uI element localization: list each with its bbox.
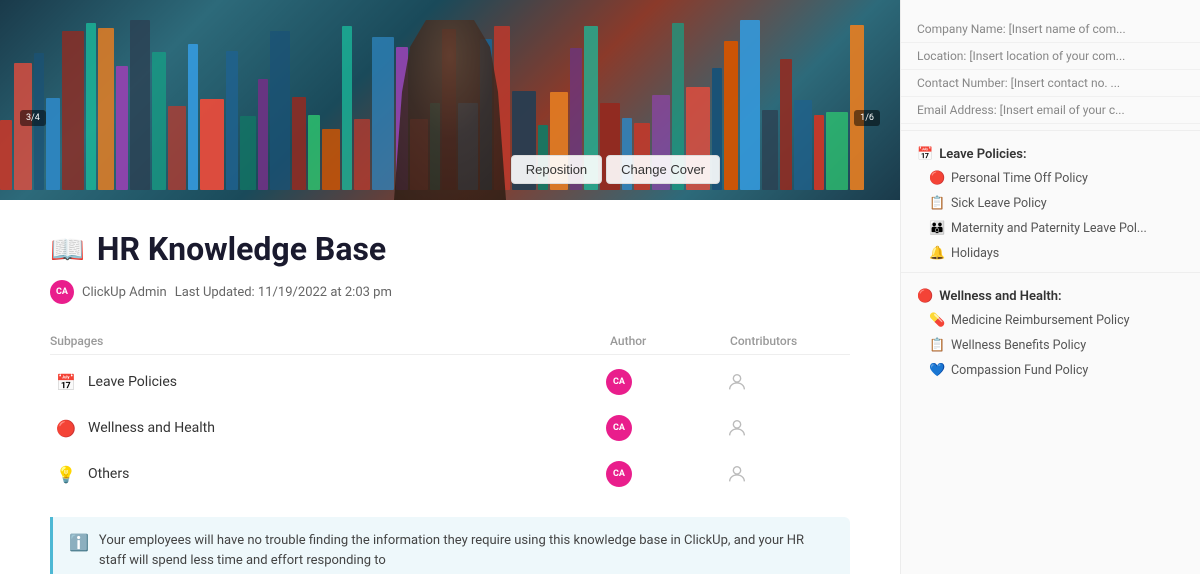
subpage-author: CA xyxy=(606,461,726,487)
subpage-author: CA xyxy=(606,415,726,441)
subpage-rows: 📅 Leave Policies CA 🔴 Wellness and Healt… xyxy=(50,359,850,497)
info-text: Your employees will have no trouble find… xyxy=(99,531,834,570)
subpage-name: Wellness and Health xyxy=(88,420,606,436)
reposition-button[interactable]: Reposition xyxy=(511,155,602,184)
author-avatar-ca: CA xyxy=(606,369,632,395)
table-row[interactable]: 🔴 Wellness and Health CA xyxy=(50,405,850,451)
sidebar-divider-2 xyxy=(901,272,1200,273)
table-row[interactable]: 💡 Others CA xyxy=(50,451,850,497)
author-row: CA ClickUp Admin Last Updated: 11/19/202… xyxy=(50,280,850,304)
wellness-label: Wellness and Health: xyxy=(939,289,1061,304)
subpage-author: CA xyxy=(606,369,726,395)
subpage-icon: 📅 xyxy=(54,373,78,392)
wellness-item-label: Medicine Reimbursement Policy xyxy=(951,313,1130,328)
contributor-icon xyxy=(726,417,748,439)
author-avatar: CA xyxy=(50,280,74,304)
leave-item-label: Sick Leave Policy xyxy=(951,196,1047,211)
author-avatar-ca: CA xyxy=(606,461,632,487)
subpages-header: Subpages Author Contributors xyxy=(50,328,850,355)
leave-item-icon: 🔴 xyxy=(929,171,945,186)
sidebar-wellness-item[interactable]: 💊 Medicine Reimbursement Policy xyxy=(901,308,1200,333)
page-body: 📖 HR Knowledge Base CA ClickUp Admin Las… xyxy=(0,200,900,574)
figure-overlay xyxy=(0,0,900,200)
wellness-item-icon: 💊 xyxy=(929,313,945,328)
sidebar-leave-item[interactable]: 🔔 Holidays xyxy=(901,241,1200,266)
sidebar-wellness-title: 🔴 Wellness and Health: xyxy=(901,279,1200,308)
leave-policies-label: Leave Policies: xyxy=(939,147,1026,162)
subpage-icon: 🔴 xyxy=(54,419,78,438)
author-avatar-ca: CA xyxy=(606,415,632,441)
wellness-items: 💊 Medicine Reimbursement Policy 📋 Wellness … xyxy=(901,308,1200,383)
leave-policies-icon: 📅 xyxy=(917,147,933,162)
subpage-icon: 💡 xyxy=(54,465,78,484)
subpages-header-label: Subpages xyxy=(50,334,610,348)
leave-item-label: Personal Time Off Policy xyxy=(951,171,1088,186)
sidebar-divider-1 xyxy=(901,130,1200,131)
wellness-item-icon: 💙 xyxy=(929,363,945,378)
leave-item-icon: 👪 xyxy=(929,221,945,236)
subpage-contributors xyxy=(726,371,846,393)
wellness-item-label: Wellness Benefits Policy xyxy=(951,338,1086,353)
leave-item-label: Maternity and Paternity Leave Pol... xyxy=(951,221,1147,236)
person-silhouette xyxy=(370,20,530,200)
author-name: ClickUp Admin xyxy=(82,285,167,300)
info-icon: ℹ️ xyxy=(69,533,89,570)
sidebar-wellness-item[interactable]: 📋 Wellness Benefits Policy xyxy=(901,333,1200,358)
page-emoji: 📖 xyxy=(50,233,85,266)
sidebar-email-address: Email Address: [Insert email of your c..… xyxy=(901,97,1200,124)
contributor-icon xyxy=(726,463,748,485)
wellness-item-icon: 📋 xyxy=(929,338,945,353)
main-content: 3/4 1/6 Reposition Change Cover 📖 HR Kno… xyxy=(0,0,900,574)
leave-item-label: Holidays xyxy=(951,246,999,261)
page-title: HR Knowledge Base xyxy=(97,230,386,268)
sidebar-leave-item[interactable]: 🔴 Personal Time Off Policy xyxy=(901,166,1200,191)
badge-right: 1/6 xyxy=(854,110,880,126)
subpage-name: Others xyxy=(88,466,606,482)
sidebar-location: Location: [Insert location of your com..… xyxy=(901,43,1200,70)
subpage-contributors xyxy=(726,463,846,485)
badge-left: 3/4 xyxy=(20,110,46,126)
sidebar-company-name: Company Name: [Insert name of com... xyxy=(901,16,1200,43)
cover-buttons: Reposition Change Cover xyxy=(511,155,720,184)
info-box: ℹ️ Your employees will have no trouble f… xyxy=(50,517,850,574)
cover-image: 3/4 1/6 Reposition Change Cover xyxy=(0,0,900,200)
sidebar-leave-policies-title: 📅 Leave Policies: xyxy=(901,137,1200,166)
last-updated: Last Updated: 11/19/2022 at 2:03 pm xyxy=(175,285,392,300)
subpage-name: Leave Policies xyxy=(88,374,606,390)
sidebar-leave-item[interactable]: 👪 Maternity and Paternity Leave Pol... xyxy=(901,216,1200,241)
sidebar-leave-item[interactable]: 📋 Sick Leave Policy xyxy=(901,191,1200,216)
subpages-header-author: Author xyxy=(610,334,730,348)
sidebar-contact-number: Contact Number: [Insert contact no. ... xyxy=(901,70,1200,97)
leave-item-icon: 🔔 xyxy=(929,246,945,261)
contributor-icon xyxy=(726,371,748,393)
subpages-section: Subpages Author Contributors 📅 Leave Pol… xyxy=(50,328,850,497)
page-title-row: 📖 HR Knowledge Base xyxy=(50,230,850,268)
right-sidebar: Company Name: [Insert name of com... Loc… xyxy=(900,0,1200,574)
leave-items: 🔴 Personal Time Off Policy 📋 Sick Leave Pol… xyxy=(901,166,1200,266)
wellness-icon: 🔴 xyxy=(917,289,933,304)
wellness-item-label: Compassion Fund Policy xyxy=(951,363,1088,378)
subpages-header-contributors: Contributors xyxy=(730,334,850,348)
table-row[interactable]: 📅 Leave Policies CA xyxy=(50,359,850,405)
sidebar-wellness-item[interactable]: 💙 Compassion Fund Policy xyxy=(901,358,1200,383)
leave-item-icon: 📋 xyxy=(929,196,945,211)
change-cover-button[interactable]: Change Cover xyxy=(606,155,720,184)
subpage-contributors xyxy=(726,417,846,439)
